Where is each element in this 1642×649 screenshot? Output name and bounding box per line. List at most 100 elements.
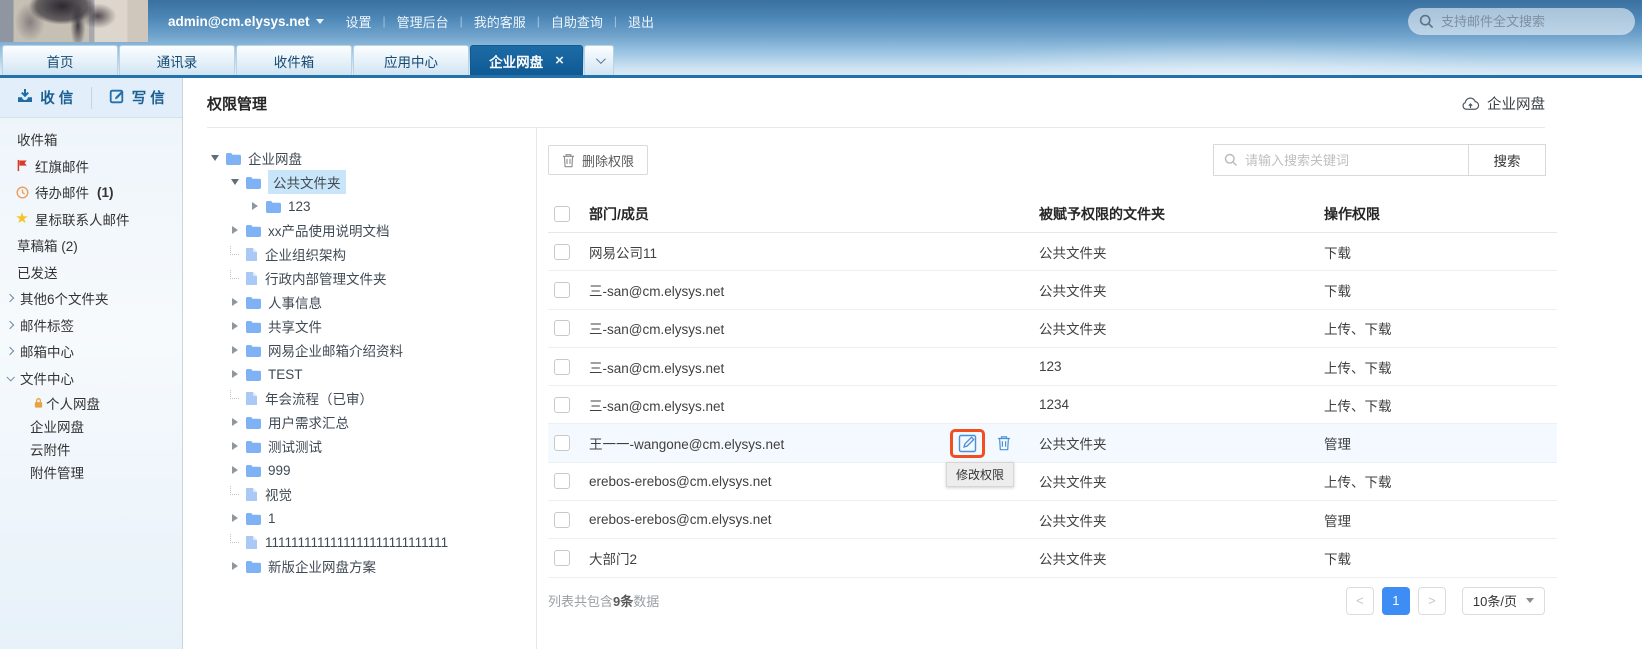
tree-node-TEST[interactable]: TEST <box>183 362 536 386</box>
mail-search[interactable] <box>1408 8 1635 35</box>
sidebar-item-附件管理[interactable]: 附件管理 <box>0 460 182 483</box>
caret-down-icon[interactable] <box>207 155 223 161</box>
close-tab-icon[interactable]: × <box>555 53 564 68</box>
caret-right-icon[interactable] <box>247 202 263 210</box>
sidebar-item-文件中心[interactable]: 文件中心 <box>0 365 182 392</box>
trash-icon <box>997 435 1011 451</box>
mail-search-input[interactable] <box>1441 14 1624 29</box>
tree-node-1[interactable]: 1 <box>183 506 536 530</box>
tree-node-999[interactable]: 999 <box>183 458 536 482</box>
edit-permission-button[interactable] <box>950 429 985 458</box>
account-dropdown[interactable]: admin@cm.elysys.net <box>168 14 324 29</box>
row-checkbox[interactable] <box>554 282 570 298</box>
table-row[interactable]: 三-san@cm.elysys.net123上传、下载 <box>548 348 1557 386</box>
row-checkbox[interactable] <box>554 473 570 489</box>
compose-mail-button[interactable]: 写 信 <box>92 78 183 117</box>
page-1-button[interactable]: 1 <box>1382 587 1410 615</box>
tree-node-公共文件夹[interactable]: 公共文件夹 <box>183 170 536 194</box>
table-row[interactable]: erebos-erebos@cm.elysys.net公共文件夹上传、下载 <box>548 463 1557 501</box>
table-row[interactable]: 三-san@cm.elysys.net1234上传、下载 <box>548 386 1557 424</box>
tab-企业网盘[interactable]: 企业网盘× <box>470 45 583 75</box>
tree-node-xx产品使用说明文档[interactable]: xx产品使用说明文档 <box>183 218 536 242</box>
sidebar-item-星标联系人邮件[interactable]: ★星标联系人邮件 <box>0 206 182 233</box>
chevron-left-icon: < <box>1356 593 1364 608</box>
table-row[interactable]: 王一一-wangone@cm.elysys.net修改权限公共文件夹管理 <box>548 424 1557 462</box>
topbar-menu-item[interactable]: 设置 <box>336 12 380 31</box>
caret-down-icon[interactable] <box>227 179 243 185</box>
tree-node-共享文件[interactable]: 共享文件 <box>183 314 536 338</box>
tree-node-行政内部管理文件夹[interactable]: 行政内部管理文件夹 <box>183 266 536 290</box>
sidebar-item-收件箱[interactable]: 收件箱 <box>0 126 182 153</box>
page-size-select[interactable]: 10条/页 <box>1462 587 1545 615</box>
table-row[interactable]: 三-san@cm.elysys.net公共文件夹上传、下载 <box>548 310 1557 348</box>
tab-通讯录[interactable]: 通讯录 <box>119 45 235 75</box>
sidebar-item-其他6个文件夹[interactable]: 其他6个文件夹 <box>0 285 182 312</box>
tree-node-人事信息[interactable]: 人事信息 <box>183 290 536 314</box>
caret-right-icon[interactable] <box>227 370 243 378</box>
select-all-checkbox[interactable] <box>554 206 570 222</box>
tree-node-视觉[interactable]: 视觉 <box>183 482 536 506</box>
caret-right-icon <box>232 562 238 570</box>
sidebar-item-邮箱中心[interactable]: 邮箱中心 <box>0 338 182 365</box>
tree-node-测试测试[interactable]: 测试测试 <box>183 434 536 458</box>
row-checkbox[interactable] <box>554 244 570 260</box>
tree-node-企业组织架构[interactable]: 企业组织架构 <box>183 242 536 266</box>
table-body: 网易公司11公共文件夹下载三-san@cm.elysys.net公共文件夹下载三… <box>548 233 1557 578</box>
receive-mail-button[interactable]: 收 信 <box>0 78 91 117</box>
sidebar-item-邮件标签[interactable]: 邮件标签 <box>0 312 182 339</box>
sidebar-item-已发送[interactable]: 已发送 <box>0 259 182 286</box>
table-search-input[interactable] <box>1245 153 1458 168</box>
table-row[interactable]: 网易公司11公共文件夹下载 <box>548 233 1557 271</box>
row-checkbox[interactable] <box>554 550 570 566</box>
delete-row-button[interactable] <box>997 435 1011 451</box>
topbar-menu-item[interactable]: 管理后台 <box>388 12 458 31</box>
topbar-menu-item[interactable]: 自助查询 <box>542 12 612 31</box>
sidebar-item-红旗邮件[interactable]: 红旗邮件 <box>0 153 182 180</box>
tree-node-年会流程（已审）[interactable]: 年会流程（已审） <box>183 386 536 410</box>
member-cell: 大部门2 <box>589 548 1039 568</box>
tab-首页[interactable]: 首页 <box>2 45 118 75</box>
tab-应用中心[interactable]: 应用中心 <box>353 45 469 75</box>
tree-node-用户需求汇总[interactable]: 用户需求汇总 <box>183 410 536 434</box>
tab-list-dropdown[interactable] <box>584 45 614 75</box>
tree-node-企业网盘[interactable]: 企业网盘 <box>183 146 536 170</box>
caret-right-icon[interactable] <box>227 298 243 306</box>
caret-right-icon[interactable] <box>227 346 243 354</box>
table-row[interactable]: erebos-erebos@cm.elysys.net公共文件夹管理 <box>548 501 1557 539</box>
tab-收件箱[interactable]: 收件箱 <box>236 45 352 75</box>
cloud-upload-icon <box>1461 96 1480 111</box>
search-button[interactable]: 搜索 <box>1469 144 1546 176</box>
caret-right-icon[interactable] <box>227 442 243 450</box>
tab-label: 应用中心 <box>384 51 438 71</box>
table-row[interactable]: 三-san@cm.elysys.net公共文件夹下载 <box>548 271 1557 309</box>
tree-node-123[interactable]: 123 <box>183 194 536 218</box>
topbar-menu-item[interactable]: 我的客服 <box>465 12 535 31</box>
caret-right-icon[interactable] <box>227 562 243 570</box>
sidebar-item-草稿箱 (2)[interactable]: 草稿箱 (2) <box>0 232 182 259</box>
tree-node-1111111111111111111111111111[interactable]: 1111111111111111111111111111 <box>183 530 536 554</box>
enterprise-drive-link[interactable]: 企业网盘 <box>1461 93 1545 114</box>
sidebar-item-个人网盘[interactable]: 个人网盘 <box>0 391 182 414</box>
caret-right-icon[interactable] <box>227 322 243 330</box>
row-checkbox[interactable] <box>554 397 570 413</box>
caret-right-icon[interactable] <box>227 466 243 474</box>
row-checkbox[interactable] <box>554 359 570 375</box>
row-checkbox[interactable] <box>554 512 570 528</box>
delete-permission-button[interactable]: 删除权限 <box>548 145 648 175</box>
caret-right-icon[interactable] <box>227 418 243 426</box>
tree-node-新版企业网盘方案[interactable]: 新版企业网盘方案 <box>183 554 536 578</box>
next-page-button[interactable]: > <box>1418 587 1446 615</box>
sidebar-item-企业网盘[interactable]: 企业网盘 <box>0 414 182 437</box>
topbar-menu-item[interactable]: 退出 <box>619 12 663 31</box>
table-search-box[interactable] <box>1213 144 1469 176</box>
table-row[interactable]: 大部门2公共文件夹下载 <box>548 539 1557 577</box>
sidebar-item-label: 云附件 <box>30 439 71 459</box>
caret-right-icon[interactable] <box>227 226 243 234</box>
prev-page-button[interactable]: < <box>1346 587 1374 615</box>
tree-node-网易企业邮箱介绍资料[interactable]: 网易企业邮箱介绍资料 <box>183 338 536 362</box>
row-checkbox[interactable] <box>554 435 570 451</box>
sidebar-item-云附件[interactable]: 云附件 <box>0 437 182 460</box>
row-checkbox[interactable] <box>554 320 570 336</box>
sidebar-item-待办邮件[interactable]: 待办邮件(1) <box>0 179 182 206</box>
caret-right-icon[interactable] <box>227 514 243 522</box>
